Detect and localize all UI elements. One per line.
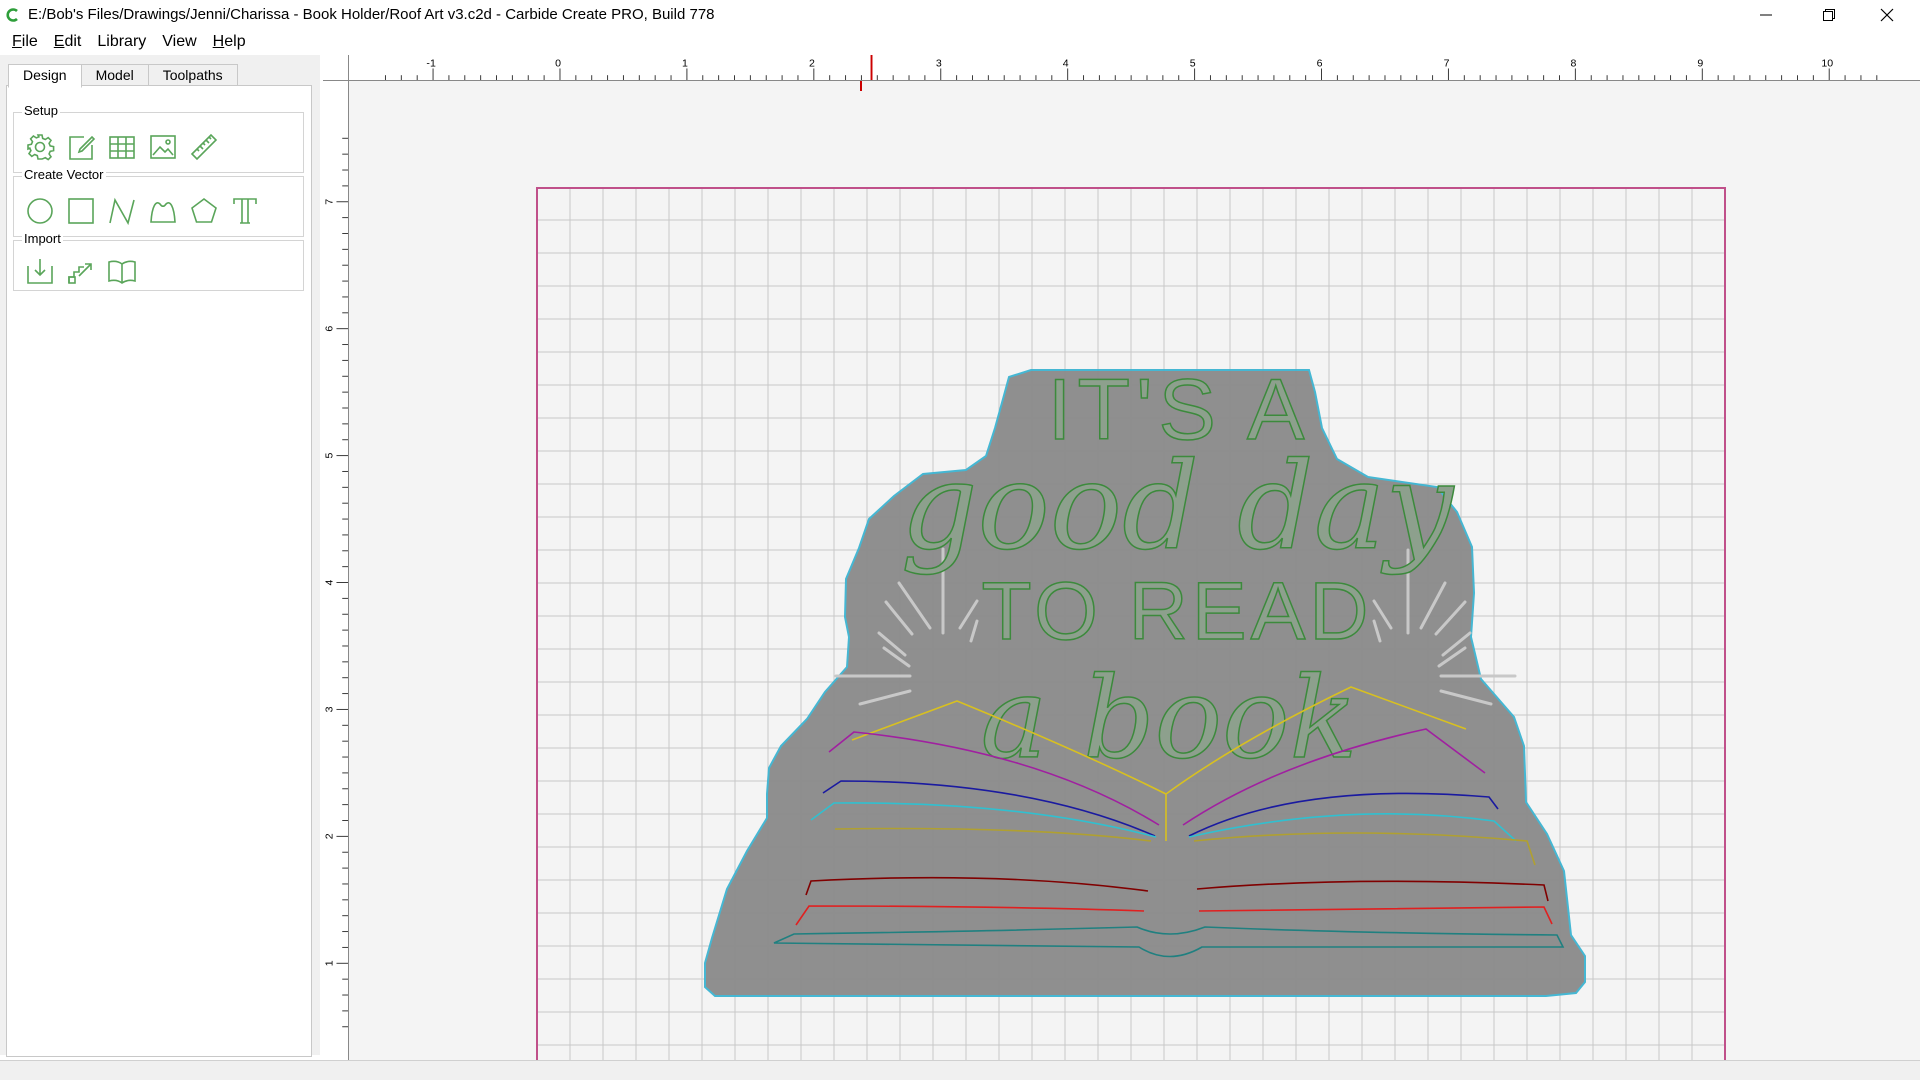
- restore-icon: [1823, 8, 1835, 21]
- v-ruler-label: 5: [324, 453, 336, 459]
- menu-help[interactable]: Help: [205, 33, 254, 51]
- import-file-button[interactable]: [24, 255, 56, 287]
- polygon-icon: [191, 198, 217, 223]
- import-group: Import: [13, 231, 304, 291]
- window-title: E:/Bob's Files/Drawings/Jenni/Charissa -…: [28, 6, 715, 23]
- artwork-line-2: good day: [901, 438, 1456, 577]
- v-ruler-label: 7: [324, 199, 336, 205]
- menu-bar: File Edit Library View Help: [0, 29, 1920, 55]
- image-icon: [150, 135, 176, 159]
- h-ruler-label: 1: [682, 58, 688, 70]
- rectangle-icon: [68, 198, 94, 224]
- design-canvas-area[interactable]: -1012345678910 76543210 IT'S A good day: [323, 55, 1920, 1060]
- minimize-icon: [1760, 14, 1772, 15]
- menu-view[interactable]: View: [154, 33, 204, 51]
- title-bar: E:/Bob's Files/Drawings/Jenni/Charissa -…: [0, 0, 1920, 29]
- grid-icon: [109, 136, 135, 159]
- h-ruler-label: 4: [1063, 58, 1069, 70]
- h-ruler-label: 10: [1821, 58, 1833, 70]
- h-ruler-label: 0: [555, 58, 561, 70]
- tab-toolpaths[interactable]: Toolpaths: [147, 64, 238, 86]
- h-ruler-label: 7: [1444, 58, 1450, 70]
- menu-library[interactable]: Library: [89, 33, 154, 51]
- v-ruler-label: 3: [324, 706, 336, 712]
- status-bar: [0, 1060, 1920, 1080]
- design-canvas[interactable]: IT'S A good day TO READ a book: [349, 81, 1920, 1060]
- v-ruler-label: 6: [324, 326, 336, 332]
- v-ruler-label: 2: [324, 833, 336, 839]
- text-icon: [233, 198, 257, 224]
- h-ruler-label: 2: [809, 58, 815, 70]
- ruler-icon: [190, 133, 218, 161]
- restore-button[interactable]: [1800, 0, 1858, 29]
- polyline-icon: [109, 197, 135, 226]
- create-circle-button[interactable]: [24, 195, 56, 227]
- h-ruler-label: 9: [1697, 58, 1703, 70]
- close-button[interactable]: [1858, 0, 1916, 29]
- menu-file[interactable]: File: [4, 33, 46, 51]
- create-rectangle-button[interactable]: [65, 195, 97, 227]
- close-icon: [1880, 8, 1894, 21]
- create-vector-group-label: Create Vector: [22, 167, 106, 182]
- grid-button[interactable]: [106, 131, 138, 163]
- library-book-icon: [108, 260, 136, 284]
- import-svg-button[interactable]: [65, 255, 97, 287]
- edit-icon: [69, 135, 96, 160]
- import-svg-icon: [68, 263, 92, 284]
- v-ruler-label: 1: [324, 960, 336, 966]
- setup-group-label: Setup: [22, 103, 60, 118]
- carbide-app-icon: [6, 7, 18, 22]
- h-ruler-label: 8: [1571, 58, 1577, 70]
- library-button[interactable]: [106, 255, 138, 287]
- job-setup-button[interactable]: [24, 131, 56, 163]
- h-ruler-label: 6: [1317, 58, 1323, 70]
- horizontal-ruler: -1 0 1 2 3 4 5 6 7 8 9 10: [349, 55, 1920, 81]
- gear-icon: [27, 134, 55, 161]
- edit-job-button[interactable]: [65, 131, 97, 163]
- artwork-line-4: a book: [981, 654, 1358, 784]
- left-panel: Design Model Toolpaths Setup Create Vect…: [0, 55, 320, 1057]
- import-file-icon: [27, 259, 53, 284]
- create-text-button[interactable]: [229, 195, 261, 227]
- setup-group: Setup: [13, 103, 304, 173]
- menu-edit[interactable]: Edit: [46, 33, 90, 51]
- minimize-button[interactable]: [1737, 0, 1795, 29]
- panel-tabs: Design Model Toolpaths: [8, 64, 238, 88]
- create-polyline-button[interactable]: [106, 195, 138, 227]
- v-ruler-label: 4: [324, 579, 336, 585]
- curve-icon: [150, 202, 176, 223]
- vertical-ruler: 76543210: [323, 81, 349, 1060]
- h-ruler-label: 5: [1190, 58, 1196, 70]
- tab-design[interactable]: Design: [8, 64, 82, 88]
- ruler-corner: [323, 55, 349, 81]
- h-ruler-label: 3: [936, 58, 942, 70]
- circle-icon: [27, 198, 53, 224]
- artwork-line-3: TO READ: [982, 566, 1373, 657]
- image-button[interactable]: [147, 131, 179, 163]
- create-vector-group: Create Vector: [13, 167, 304, 237]
- design-tab-pane: Setup Create Vector Import: [6, 85, 312, 1057]
- import-group-label: Import: [22, 231, 63, 246]
- tab-model[interactable]: Model: [80, 64, 149, 86]
- create-curve-button[interactable]: [147, 195, 179, 227]
- measure-button[interactable]: [188, 131, 220, 163]
- create-polygon-button[interactable]: [188, 195, 220, 227]
- h-ruler-label: -1: [426, 58, 436, 70]
